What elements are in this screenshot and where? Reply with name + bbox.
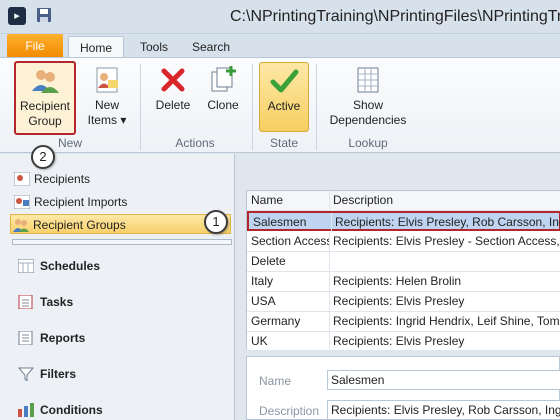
row-name: UK bbox=[251, 334, 268, 348]
recipient-group-label-2: Group bbox=[28, 114, 62, 128]
row-name: Italy bbox=[251, 274, 274, 288]
table-row[interactable]: USA Recipients: Elvis Presley bbox=[247, 292, 560, 312]
table-row[interactable]: Delete bbox=[247, 252, 560, 272]
row-name: USA bbox=[251, 294, 276, 308]
tab-tools[interactable]: Tools bbox=[132, 36, 176, 58]
recipient-groups-grid: Name Description Salesmen Recipients: El… bbox=[246, 190, 560, 350]
row-name: Germany bbox=[251, 314, 301, 328]
nav-item-recipient-imports[interactable]: Recipient Imports bbox=[12, 192, 232, 212]
table-row[interactable]: UK Recipients: Elvis Presley bbox=[247, 332, 560, 350]
ribbon-separator bbox=[316, 64, 317, 150]
nav-item-recipient-groups[interactable]: Recipient Groups bbox=[10, 214, 231, 234]
nav-section-label: Reports bbox=[40, 331, 86, 345]
recipients-icon bbox=[14, 172, 30, 186]
column-divider bbox=[329, 292, 330, 312]
delete-label: Delete bbox=[155, 98, 191, 112]
row-description: Recipients: Elvis Presley, Rob Carsson, … bbox=[335, 215, 560, 229]
row-name: Salesmen bbox=[253, 215, 307, 229]
tab-home[interactable]: Home bbox=[68, 36, 124, 58]
nav-item-recipients[interactable]: Recipients bbox=[12, 169, 232, 189]
description-label: Description bbox=[259, 404, 320, 418]
active-label: Active bbox=[267, 99, 301, 113]
nav-item-label: Recipients bbox=[34, 172, 91, 186]
column-divider bbox=[329, 232, 330, 252]
nav-section-label: Filters bbox=[40, 367, 77, 381]
conditions-icon bbox=[18, 403, 34, 417]
recipient-groups-icon bbox=[13, 219, 29, 232]
annotation-badge-2: 2 bbox=[31, 145, 55, 169]
clone-button[interactable]: Clone bbox=[200, 62, 246, 134]
show-dependencies-label-2: Dependencies bbox=[329, 113, 407, 127]
save-icon[interactable] bbox=[36, 7, 52, 23]
active-toggle[interactable]: Active bbox=[259, 62, 309, 132]
detail-panel: Name Salesmen Description Recipients: El… bbox=[246, 356, 560, 420]
show-dependencies-button[interactable]: Show Dependencies bbox=[325, 62, 411, 134]
column-header-name[interactable]: Name bbox=[251, 191, 329, 210]
nav-section-label: Conditions bbox=[40, 403, 103, 417]
reports-icon bbox=[18, 331, 33, 345]
app-icon[interactable]: ▸ bbox=[8, 7, 26, 25]
group-label-state: State bbox=[269, 136, 299, 150]
annotation-badge-1: 1 bbox=[204, 210, 228, 234]
table-row[interactable]: Salesmen Recipients: Elvis Presley, Rob … bbox=[247, 211, 560, 233]
description-field[interactable]: Recipients: Elvis Presley, Rob Carsson, … bbox=[327, 400, 560, 420]
checkmark-icon bbox=[270, 69, 299, 93]
filter-icon bbox=[18, 367, 34, 381]
column-divider bbox=[329, 252, 330, 272]
row-name: Section Access bbox=[251, 234, 329, 248]
grid-header-row: Name Description bbox=[247, 191, 560, 211]
nav-section-label: Schedules bbox=[40, 259, 101, 273]
column-divider bbox=[329, 272, 330, 292]
nav-section-label: Tasks bbox=[40, 295, 74, 309]
tasks-icon bbox=[18, 295, 33, 309]
row-description: Recipients: Helen Brolin bbox=[333, 274, 462, 288]
pane-splitter[interactable] bbox=[236, 154, 242, 420]
row-description: Recipients: Elvis Presley bbox=[333, 294, 465, 308]
row-description: Recipients: Ingrid Hendrix, Leif Shine, … bbox=[333, 314, 560, 328]
tab-search[interactable]: Search bbox=[186, 36, 236, 58]
clone-label: Clone bbox=[207, 98, 239, 112]
new-items-label-2: Items ▾ bbox=[87, 113, 127, 127]
nav-scroll-divider[interactable] bbox=[12, 239, 232, 245]
schedules-icon bbox=[18, 259, 34, 273]
row-description: Recipients: Elvis Presley bbox=[333, 334, 465, 348]
recipient-group-icon bbox=[32, 70, 59, 93]
show-dependencies-label-1: Show bbox=[352, 98, 384, 112]
new-items-button[interactable]: New Items ▾ bbox=[84, 62, 130, 134]
name-field[interactable]: Salesmen bbox=[327, 370, 560, 390]
title-bar: ▸ C:\NPrintingTraining\NPrintingFiles\NP… bbox=[0, 0, 560, 34]
group-label-actions: Actions bbox=[175, 136, 215, 150]
new-items-label-1: New bbox=[94, 98, 119, 112]
ribbon: Recipient Group New Items ▾ Delete Clone… bbox=[0, 57, 560, 153]
column-divider bbox=[329, 332, 330, 350]
ribbon-separator bbox=[140, 64, 141, 150]
group-label-lookup: Lookup bbox=[348, 136, 388, 150]
left-navigation: Recipients Recipient Imports Recipient G… bbox=[0, 154, 235, 420]
new-items-icon bbox=[96, 67, 118, 93]
table-row[interactable]: Section Access Recipients: Elvis Presley… bbox=[247, 232, 560, 252]
recipient-group-button[interactable]: Recipient Group bbox=[14, 61, 76, 135]
row-name: Delete bbox=[251, 254, 286, 268]
delete-button[interactable]: Delete bbox=[150, 62, 196, 134]
recipient-group-label-1: Recipient bbox=[19, 99, 71, 113]
column-header-description[interactable]: Description bbox=[333, 191, 560, 210]
clone-icon bbox=[211, 66, 236, 92]
ribbon-separator bbox=[252, 64, 253, 150]
column-divider bbox=[329, 191, 330, 211]
column-divider bbox=[329, 312, 330, 332]
name-label: Name bbox=[259, 374, 292, 388]
row-description: Recipients: Elvis Presley - Section Acce… bbox=[333, 234, 560, 248]
table-row[interactable]: Germany Recipients: Ingrid Hendrix, Leif… bbox=[247, 312, 560, 332]
dependencies-icon bbox=[357, 67, 379, 93]
nav-item-label: Recipient Imports bbox=[34, 195, 128, 209]
window-title: C:\NPrintingTraining\NPrintingFiles\NPri… bbox=[230, 8, 560, 25]
ribbon-tabs: File Home Tools Search bbox=[0, 34, 560, 58]
recipient-imports-icon bbox=[14, 195, 30, 209]
column-divider bbox=[331, 213, 332, 233]
tab-file[interactable]: File bbox=[7, 34, 63, 58]
delete-icon bbox=[161, 68, 185, 92]
nav-item-label: Recipient Groups bbox=[33, 218, 126, 232]
table-row[interactable]: Italy Recipients: Helen Brolin bbox=[247, 272, 560, 292]
